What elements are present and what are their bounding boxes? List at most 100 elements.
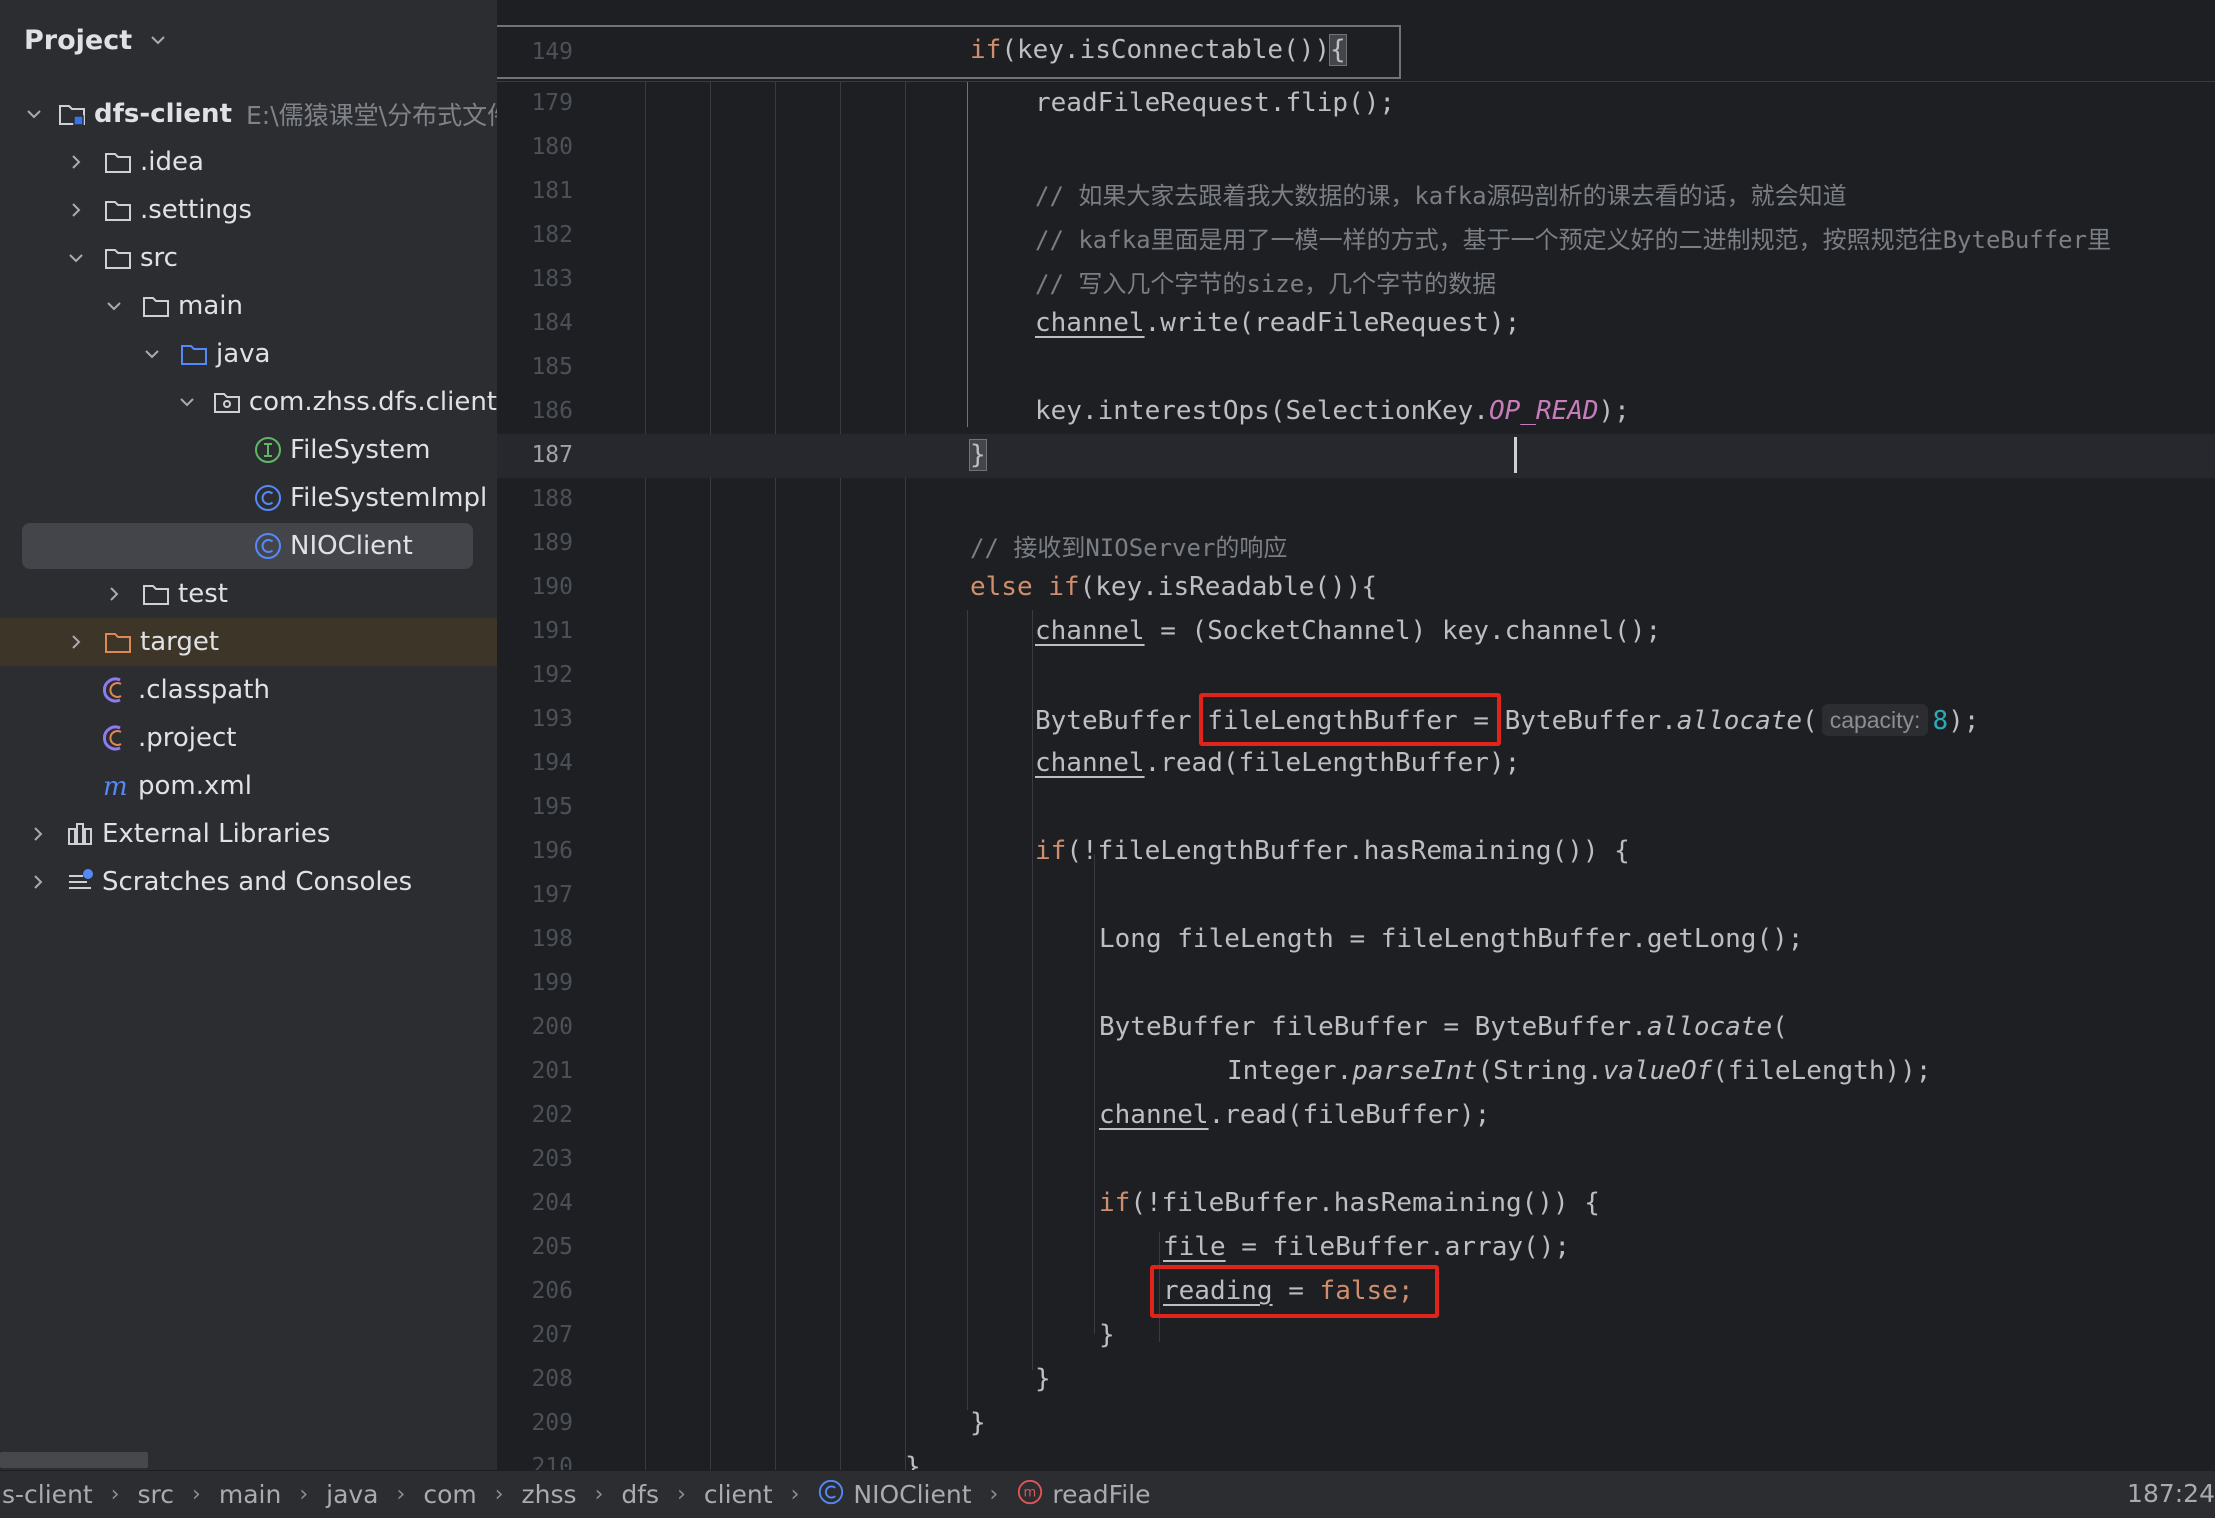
current-code-line[interactable]: 187 }	[497, 434, 2215, 478]
breadcrumb-module[interactable]: s-client	[0, 1480, 95, 1509]
tree-item-filesystemimpl[interactable]: FileSystemImpl	[0, 474, 497, 522]
code-line[interactable]: 180	[497, 126, 2215, 170]
code-line[interactable]: 181 // 如果大家去跟着我大数据的课，kafka源码剖析的课去看的话，就会知…	[497, 170, 2215, 214]
chevron-right-icon[interactable]	[100, 580, 128, 608]
line-number: 196	[531, 838, 573, 864]
tree-item-java[interactable]: java	[0, 330, 497, 378]
breadcrumb-dfs[interactable]: dfs	[619, 1480, 661, 1509]
code-line[interactable]: 185	[497, 346, 2215, 390]
horizontal-scrollbar[interactable]	[0, 1452, 148, 1468]
code-line[interactable]: 195	[497, 786, 2215, 830]
breadcrumb-readfile[interactable]: m readFile	[1014, 1478, 1152, 1512]
tree-item-filesystem[interactable]: FileSystem	[0, 426, 497, 474]
tree-item-classpath[interactable]: .classpath	[0, 666, 497, 714]
breadcrumb-java[interactable]: java	[324, 1480, 380, 1509]
line-number: 191	[531, 618, 573, 644]
code-line[interactable]: 208 }	[497, 1358, 2215, 1402]
code-text: Integer.parseInt(String.valueOf(fileLeng…	[1227, 1056, 1931, 1086]
code-line[interactable]: 210 }	[497, 1446, 2215, 1470]
brace-highlight: {	[1329, 34, 1347, 66]
tree-item-test[interactable]: test	[0, 570, 497, 618]
comment: // 如果大家去跟着我大数据的课，kafka源码剖析的课去看的话，就会知道	[1035, 182, 1847, 210]
tree-item-pom-xml[interactable]: m pom.xml	[0, 762, 497, 810]
code-line[interactable]: 205 file = fileBuffer.array();	[497, 1226, 2215, 1270]
chevron-right-icon[interactable]	[62, 196, 90, 224]
code-line[interactable]: 199	[497, 962, 2215, 1006]
code-line[interactable]: 189 // 接收到NIOServer的响应	[497, 522, 2215, 566]
maven-icon: m	[100, 770, 132, 802]
tree-item-label: FileSystem	[290, 435, 431, 465]
tree-item-src[interactable]: src	[0, 234, 497, 282]
breadcrumb-label: s-client	[2, 1480, 93, 1509]
tree-item-label: main	[178, 291, 243, 321]
tree-item-nioclient[interactable]: NIOClient	[0, 522, 497, 570]
code-line[interactable]: 188	[497, 478, 2215, 522]
folder-icon	[140, 290, 172, 322]
chevron-down-icon[interactable]	[62, 244, 90, 272]
breadcrumb-main[interactable]: main	[217, 1480, 283, 1509]
code-line[interactable]: 182 // kafka里面是用了一模一样的方式，基于一个预定义好的二进制规范，…	[497, 214, 2215, 258]
line-number: 180	[531, 134, 573, 160]
code-segment: );	[1598, 396, 1630, 426]
tree-item-main[interactable]: main	[0, 282, 497, 330]
code-segment: = (SocketChannel) key.channel();	[1144, 616, 1662, 646]
code-line[interactable]: 202 channel.read(fileBuffer);	[497, 1094, 2215, 1138]
line-number: 189	[531, 530, 573, 556]
code-line[interactable]: 194 channel.read(fileLengthBuffer);	[497, 742, 2215, 786]
parameter-hint: capacity:	[1821, 704, 1929, 736]
code-line[interactable]: 203	[497, 1138, 2215, 1182]
chevron-right-icon[interactable]	[62, 148, 90, 176]
static-method: allocate	[1676, 706, 1803, 736]
tree-item-scratches[interactable]: Scratches and Consoles	[0, 858, 497, 906]
code-line[interactable]: 186 key.interestOps(SelectionKey.OP_READ…	[497, 390, 2215, 434]
line-number: 193	[531, 706, 573, 732]
code-line[interactable]: 191 channel = (SocketChannel) key.channe…	[497, 610, 2215, 654]
code-line[interactable]: 209 }	[497, 1402, 2215, 1446]
code-line[interactable]: 183 // 写入几个字节的size，几个字节的数据	[497, 258, 2215, 302]
chevron-right-icon[interactable]	[62, 628, 90, 656]
chevron-down-icon[interactable]	[176, 388, 199, 416]
breadcrumb-zhss[interactable]: zhss	[520, 1480, 579, 1509]
code-line[interactable]: 179 readFileRequest.flip();	[497, 82, 2215, 126]
cursor-position[interactable]: 187:24	[2127, 1479, 2215, 1508]
code-line[interactable]: 190 else if(key.isReadable()){	[497, 566, 2215, 610]
chevron-right-icon[interactable]	[24, 868, 52, 896]
tree-item-dfs-client[interactable]: dfs-client E:\儒猿课堂\分布式文件	[0, 90, 497, 138]
code-line[interactable]: 197	[497, 874, 2215, 918]
line-number: 185	[531, 354, 573, 380]
code-line[interactable]: 196 if(!fileLengthBuffer.hasRemaining())…	[497, 830, 2215, 874]
tree-item-settings[interactable]: .settings	[0, 186, 497, 234]
tree-item-external-libraries[interactable]: External Libraries	[0, 810, 497, 858]
breadcrumb-src[interactable]: src	[136, 1480, 177, 1509]
chevron-right-icon: ›	[790, 1482, 800, 1507]
line-number: 204	[531, 1190, 573, 1216]
code-line[interactable]: 201 Integer.parseInt(String.valueOf(file…	[497, 1050, 2215, 1094]
tree-item-project[interactable]: .project	[0, 714, 497, 762]
matched-brace: }	[969, 439, 987, 471]
code-line[interactable]: 207 }	[497, 1314, 2215, 1358]
tree-item-package[interactable]: com.zhss.dfs.client	[0, 378, 497, 426]
code-line[interactable]: 204 if(!fileBuffer.hasRemaining()) {	[497, 1182, 2215, 1226]
code-editor[interactable]: 149 if(key.isConnectable()){ 179 readFil…	[497, 0, 2215, 1470]
code-line[interactable]: 200 ByteBuffer fileBuffer = ByteBuffer.a…	[497, 1006, 2215, 1050]
project-view-selector[interactable]: Project	[24, 20, 172, 60]
chevron-down-icon[interactable]	[24, 100, 44, 128]
code-line[interactable]: 184 channel.write(readFileRequest);	[497, 302, 2215, 346]
chevron-down-icon[interactable]	[100, 292, 128, 320]
static-method: parseInt	[1352, 1056, 1478, 1086]
breadcrumb-nioclient[interactable]: NIOClient	[815, 1478, 973, 1512]
code-line[interactable]: 192	[497, 654, 2215, 698]
tree-item-label: dfs-client	[94, 99, 232, 129]
breadcrumb-com[interactable]: com	[421, 1480, 478, 1509]
keyword: if	[1035, 836, 1067, 866]
module-folder-icon	[56, 98, 88, 130]
tree-item-target[interactable]: target	[0, 618, 497, 666]
tree-item-idea[interactable]: .idea	[0, 138, 497, 186]
chevron-down-icon[interactable]	[138, 340, 166, 368]
breadcrumb-client[interactable]: client	[702, 1480, 775, 1509]
sticky-scope-line[interactable]: 149 if(key.isConnectable()){	[497, 25, 2215, 82]
code-line[interactable]: 198 Long fileLength = fileLengthBuffer.g…	[497, 918, 2215, 962]
package-icon	[211, 386, 243, 418]
status-bar: s-client › src › main › java › com › zhs…	[0, 1470, 2215, 1518]
chevron-right-icon[interactable]	[24, 820, 52, 848]
